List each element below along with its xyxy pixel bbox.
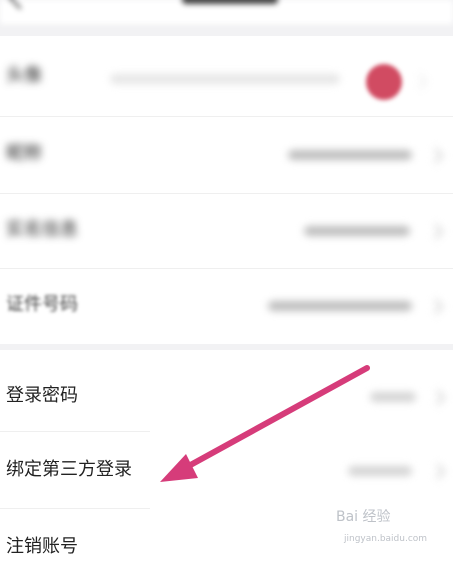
arrow-head (160, 454, 198, 482)
watermark: Bai 经验 jingyan.baidu.com (336, 506, 428, 552)
watermark-url: jingyan.baidu.com (344, 534, 428, 544)
arrow-shaft (182, 365, 370, 471)
watermark-text: Bai 经验 (336, 509, 391, 525)
annotation-arrow-icon (160, 365, 370, 482)
